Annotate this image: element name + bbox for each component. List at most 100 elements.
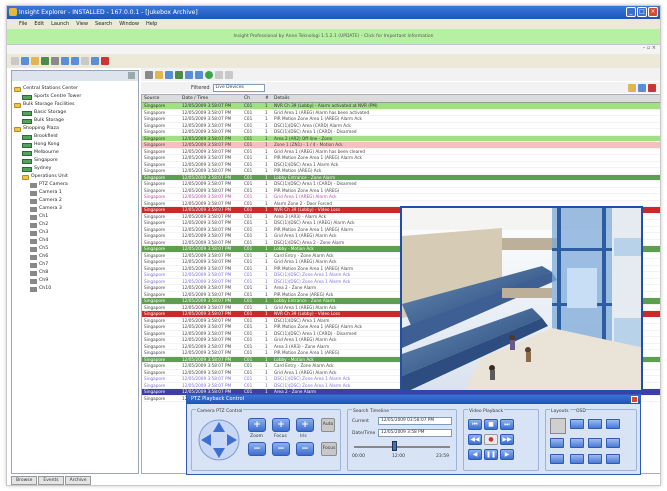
tree-node[interactable]: Melbourne	[14, 149, 136, 157]
tree-node[interactable]: Shopping Plaza	[14, 125, 136, 133]
timeline-track[interactable]	[354, 446, 450, 448]
layout-4x4-button[interactable]	[606, 419, 620, 429]
grid-folder-icon[interactable]	[155, 70, 163, 79]
tree-node[interactable]: Central Stations Center	[14, 85, 136, 93]
rewind-button[interactable]: ◀◀	[468, 434, 482, 445]
skip-forward-button[interactable]: ⏭	[500, 419, 514, 430]
tree-node[interactable]: Brookfield	[14, 133, 136, 141]
tree-node[interactable]: Bulk Storage Facilities	[14, 101, 136, 109]
tree-node[interactable]: Ch4	[14, 237, 136, 245]
date-time-select[interactable]: 12/05/2009 3:58 PM	[378, 429, 452, 437]
toolbar-camera-icon[interactable]	[41, 57, 49, 65]
tree-node[interactable]: Camera 3	[14, 205, 136, 213]
layout-3x3-button[interactable]	[588, 419, 602, 429]
layout-1p7-button[interactable]	[570, 438, 584, 448]
menu-search[interactable]: Search	[95, 19, 112, 29]
record-button[interactable]: ●	[484, 434, 498, 445]
tree-node[interactable]: Hong Kong	[14, 141, 136, 149]
layouts-tab[interactable]: Layouts	[550, 409, 570, 414]
col-ch[interactable]: Ch	[242, 95, 264, 102]
tree-node[interactable]: Operations Unit	[14, 173, 136, 181]
step-back-button[interactable]: ◀	[468, 449, 482, 460]
tab-archive[interactable]: Archive	[64, 476, 92, 485]
menu-view[interactable]: View	[76, 19, 88, 29]
sub-minimize-icon[interactable]: – ▫ ×	[643, 45, 656, 51]
menu-edit[interactable]: Edit	[34, 19, 44, 29]
toolbar-search-icon[interactable]	[61, 57, 69, 65]
menu-file[interactable]: File	[19, 19, 27, 29]
maximize-button[interactable]: □	[637, 7, 647, 17]
tree-node[interactable]: Camera 2	[14, 197, 136, 205]
iris-out-button[interactable]: −	[296, 442, 314, 456]
filter-select[interactable]: Live Devices	[212, 83, 265, 92]
panel-pin-icon[interactable]	[128, 72, 135, 79]
toolbar-monitor-icon[interactable]	[91, 57, 99, 65]
tree-node[interactable]: Ch3	[14, 229, 136, 237]
tree-node[interactable]: Sports Centre Tower	[14, 93, 136, 101]
info-banner[interactable]: Insight Professional by Anne Teknologi 1…	[7, 29, 660, 45]
play-button[interactable]: ▶	[500, 449, 514, 460]
tree-node[interactable]: Ch5	[14, 245, 136, 253]
minimize-button[interactable]: _	[626, 7, 636, 17]
menu-launch[interactable]: Launch	[51, 19, 69, 29]
tree-node[interactable]: Ch1	[14, 213, 136, 221]
tree-node[interactable]: Singapore	[14, 157, 136, 165]
stop-button[interactable]: ■	[484, 419, 498, 430]
tree-node[interactable]: Ch10	[14, 285, 136, 293]
view-save-icon[interactable]	[638, 84, 646, 92]
view-folder-icon[interactable]	[628, 84, 636, 92]
grid-stop-icon[interactable]	[225, 70, 233, 79]
tree-node[interactable]: Bulk Storage	[14, 117, 136, 125]
menu-help[interactable]: Help	[146, 19, 157, 29]
zoom-out-button[interactable]: −	[248, 442, 266, 456]
skip-back-button[interactable]: ⏮	[468, 419, 482, 430]
layout-2x2-button[interactable]	[570, 419, 584, 429]
layout-2p8-button[interactable]	[606, 438, 620, 448]
tree-node[interactable]: Ch7	[14, 261, 136, 269]
ptz-close-button[interactable]	[631, 396, 638, 403]
grid-table-icon[interactable]	[185, 70, 193, 79]
current-time-field[interactable]: 12/05/2009 03:58:07 PM	[378, 417, 452, 425]
iris-in-button[interactable]: +	[296, 418, 314, 432]
focus-out-button[interactable]: −	[272, 442, 290, 456]
grid-save-icon[interactable]	[165, 70, 173, 79]
timeline-slider-handle[interactable]	[392, 441, 397, 451]
grid-play-icon[interactable]	[175, 70, 183, 79]
tree-node[interactable]: Camera 1	[14, 189, 136, 197]
tab-events[interactable]: Events	[38, 476, 64, 485]
view-delete-icon[interactable]	[648, 84, 656, 92]
grid-filter-icon[interactable]	[195, 70, 203, 79]
layout-full-button[interactable]	[606, 454, 620, 464]
toolbar-folder-icon[interactable]	[31, 57, 39, 65]
zoom-in-button[interactable]: +	[248, 418, 266, 432]
toolbar-new-icon[interactable]	[11, 57, 19, 65]
tree-node[interactable]: Ch6	[14, 253, 136, 261]
tree-node[interactable]: Ch2	[14, 221, 136, 229]
menu-window[interactable]: Window	[119, 19, 139, 29]
col-source[interactable]: Source	[142, 95, 180, 102]
toolbar-print-icon[interactable]	[51, 57, 59, 65]
close-button[interactable]: ×	[648, 7, 658, 17]
tree-node[interactable]: Basic Storage	[14, 109, 136, 117]
tree-node[interactable]: Sydney	[14, 165, 136, 173]
focus-button[interactable]: Focus	[321, 442, 337, 456]
layout-1p12-button[interactable]	[588, 438, 602, 448]
grid-go-icon[interactable]	[205, 70, 213, 79]
toolbar-open-icon[interactable]	[21, 57, 29, 65]
direction-pad[interactable]	[197, 418, 241, 462]
tree-node[interactable]: Ch8	[14, 269, 136, 277]
tree-node[interactable]: PTZ Camera	[14, 181, 136, 189]
grid-pause-icon[interactable]	[215, 70, 223, 79]
auto-button[interactable]: Auto	[321, 418, 335, 432]
toolbar-list-icon[interactable]	[81, 57, 89, 65]
layout-1p5-button[interactable]	[550, 438, 564, 448]
col-details[interactable]: Details	[272, 95, 660, 102]
grid-refresh-icon[interactable]	[145, 70, 153, 79]
tab-browse[interactable]: Browse	[11, 476, 38, 485]
layout-tall-button[interactable]	[570, 454, 584, 464]
toolbar-grid-icon[interactable]	[71, 57, 79, 65]
tree-node[interactable]: Ch9	[14, 277, 136, 285]
pause-button[interactable]: ❚❚	[484, 449, 498, 460]
col-datetime[interactable]: Date / Time	[180, 95, 242, 102]
focus-in-button[interactable]: +	[272, 418, 290, 432]
